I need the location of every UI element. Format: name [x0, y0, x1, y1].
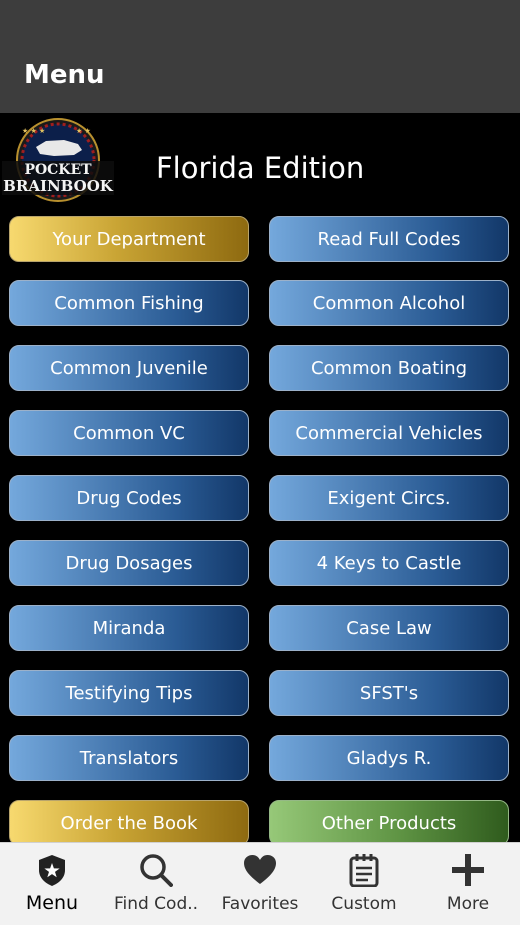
badge-icon — [39, 855, 65, 886]
page-title: Menu — [24, 60, 105, 90]
notepad-icon — [349, 854, 379, 887]
tab-favorites-label: Favorites — [221, 894, 299, 914]
menu-button-drug-codes[interactable]: Drug Codes — [9, 475, 249, 521]
svg-text:★ ★ ★: ★ ★ ★ — [22, 127, 45, 135]
tab-more[interactable]: More — [416, 843, 520, 925]
menu-button-translators[interactable]: Translators — [9, 735, 249, 781]
menu-button-gladys-r[interactable]: Gladys R. — [269, 735, 509, 781]
menu-button-common-boating[interactable]: Common Boating — [269, 345, 509, 391]
menu-button-drug-dosages[interactable]: Drug Dosages — [9, 540, 249, 586]
brand-banner: ★ ★ ★ ★ ★ POCKET BRAINBOOK Florida Editi… — [0, 113, 520, 208]
menu-button-case-law[interactable]: Case Law — [269, 605, 509, 651]
tab-more-label: More — [446, 894, 490, 914]
menu-button-common-fishing[interactable]: Common Fishing — [9, 280, 249, 326]
logo-text-bottom: BRAINBOOK — [3, 177, 114, 195]
app-header: Menu — [0, 0, 520, 113]
menu-button-4-keys-to-castle[interactable]: 4 Keys to Castle — [269, 540, 509, 586]
bottom-tab-bar: Menu Find Cod.. Favorites Custom More — [0, 842, 520, 925]
menu-button-order-the-book[interactable]: Order the Book — [9, 800, 249, 842]
tab-menu-label: Menu — [25, 892, 79, 914]
tab-custom[interactable]: Custom — [312, 843, 416, 925]
menu-button-common-vc[interactable]: Common VC — [9, 410, 249, 456]
edition-title: Florida Edition — [156, 151, 365, 185]
menu-button-your-department[interactable]: Your Department — [9, 216, 249, 262]
menu-button-common-alcohol[interactable]: Common Alcohol — [269, 280, 509, 326]
menu-button-testifying-tips[interactable]: Testifying Tips — [9, 670, 249, 716]
search-icon — [140, 854, 173, 887]
tab-find-codes-label: Find Cod.. — [113, 894, 199, 914]
menu-button-sfsts[interactable]: SFST's — [269, 670, 509, 716]
logo-text-top: POCKET — [24, 162, 92, 178]
tab-menu[interactable]: Menu — [0, 843, 104, 925]
tab-find-codes[interactable]: Find Cod.. — [104, 843, 208, 925]
pocket-brainbook-logo: ★ ★ ★ ★ ★ POCKET BRAINBOOK — [2, 118, 114, 202]
menu-button-other-products[interactable]: Other Products — [269, 800, 509, 842]
svg-text:★ ★: ★ ★ — [76, 127, 91, 135]
heart-icon — [244, 855, 276, 884]
menu-button-read-full-codes[interactable]: Read Full Codes — [269, 216, 509, 262]
tab-favorites[interactable]: Favorites — [208, 843, 312, 925]
menu-button-miranda[interactable]: Miranda — [9, 605, 249, 651]
menu-grid: Your Department Read Full Codes Common F… — [0, 208, 520, 842]
menu-button-commercial-vehicles[interactable]: Commercial Vehicles — [269, 410, 509, 456]
menu-button-exigent-circs[interactable]: Exigent Circs. — [269, 475, 509, 521]
tab-custom-label: Custom — [331, 894, 397, 914]
plus-icon — [452, 854, 484, 886]
menu-button-common-juvenile[interactable]: Common Juvenile — [9, 345, 249, 391]
